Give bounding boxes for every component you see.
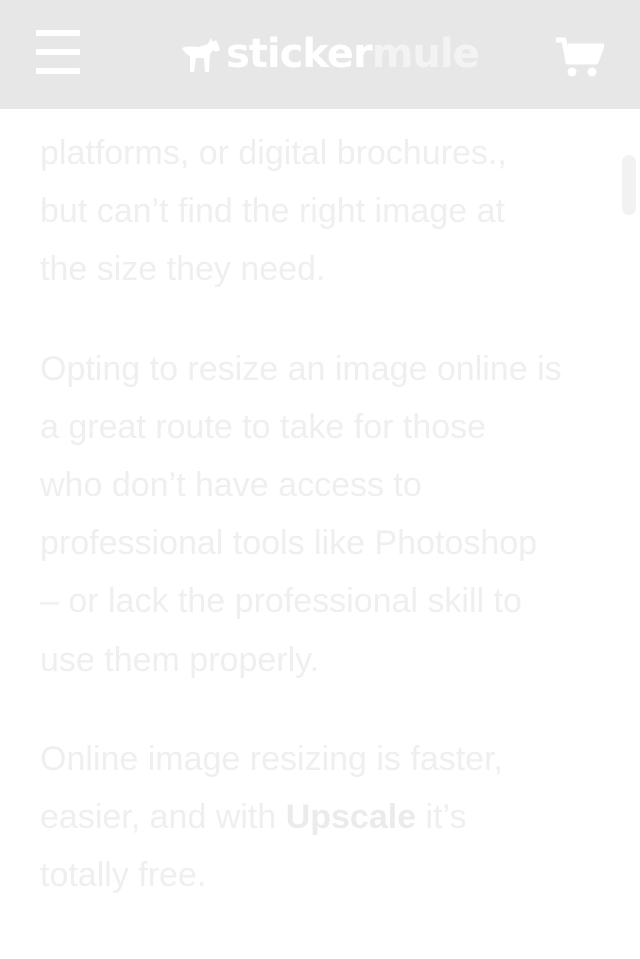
paragraph-1-line-2: but can’t find the right image at [40, 192, 505, 231]
paragraph-3-line-3: totally free. [40, 856, 207, 895]
hamburger-menu-icon[interactable] [36, 30, 82, 74]
paragraph-2-line-6: use them properly. [40, 640, 320, 679]
scrollbar-thumb[interactable] [622, 155, 636, 215]
paragraph-1-line-1: platforms, or digital brochures., [40, 134, 507, 172]
paragraph-1: platforms, or digital brochures., but ca… [40, 124, 610, 299]
upscale-link[interactable]: Upscale [286, 798, 416, 836]
paragraph-2: Opting to resize an image online is a gr… [40, 340, 610, 689]
paragraph-3: Online image resizing is faster, easier,… [40, 730, 610, 905]
paragraph-2-line-2: a great route to take for those [40, 407, 487, 446]
menu-bar-middle [36, 49, 80, 55]
paragraph-1-line-3: the size they need. [40, 250, 326, 289]
logo-text-mule: mule [371, 31, 480, 77]
paragraph-2-line-3: who don’t have access to [40, 466, 422, 505]
logo-text-sticker: sticker [226, 31, 373, 77]
stickermule-logo[interactable]: stickermule [180, 30, 480, 78]
paragraph-3-line-2-end: it’s [416, 798, 467, 837]
article-body: platforms, or digital brochures., but ca… [40, 109, 610, 904]
mule-logo-icon [182, 38, 220, 72]
paragraph-2-line-4: professional tools like Photoshop [40, 524, 538, 563]
logo-text: stickermule [226, 30, 480, 78]
shopping-cart-icon[interactable] [556, 36, 605, 78]
paragraph-3-line-2-start: easier, and with [40, 798, 286, 837]
paragraph-2-line-5: – or lack the professional skill to [40, 582, 522, 621]
menu-bar-top [36, 30, 80, 36]
top-header: stickermule [0, 0, 640, 109]
paragraph-2-line-1: Opting to resize an image online is [40, 349, 562, 388]
menu-bar-bottom [36, 68, 80, 74]
paragraph-3-line-1: Online image resizing is faster, [40, 739, 503, 778]
